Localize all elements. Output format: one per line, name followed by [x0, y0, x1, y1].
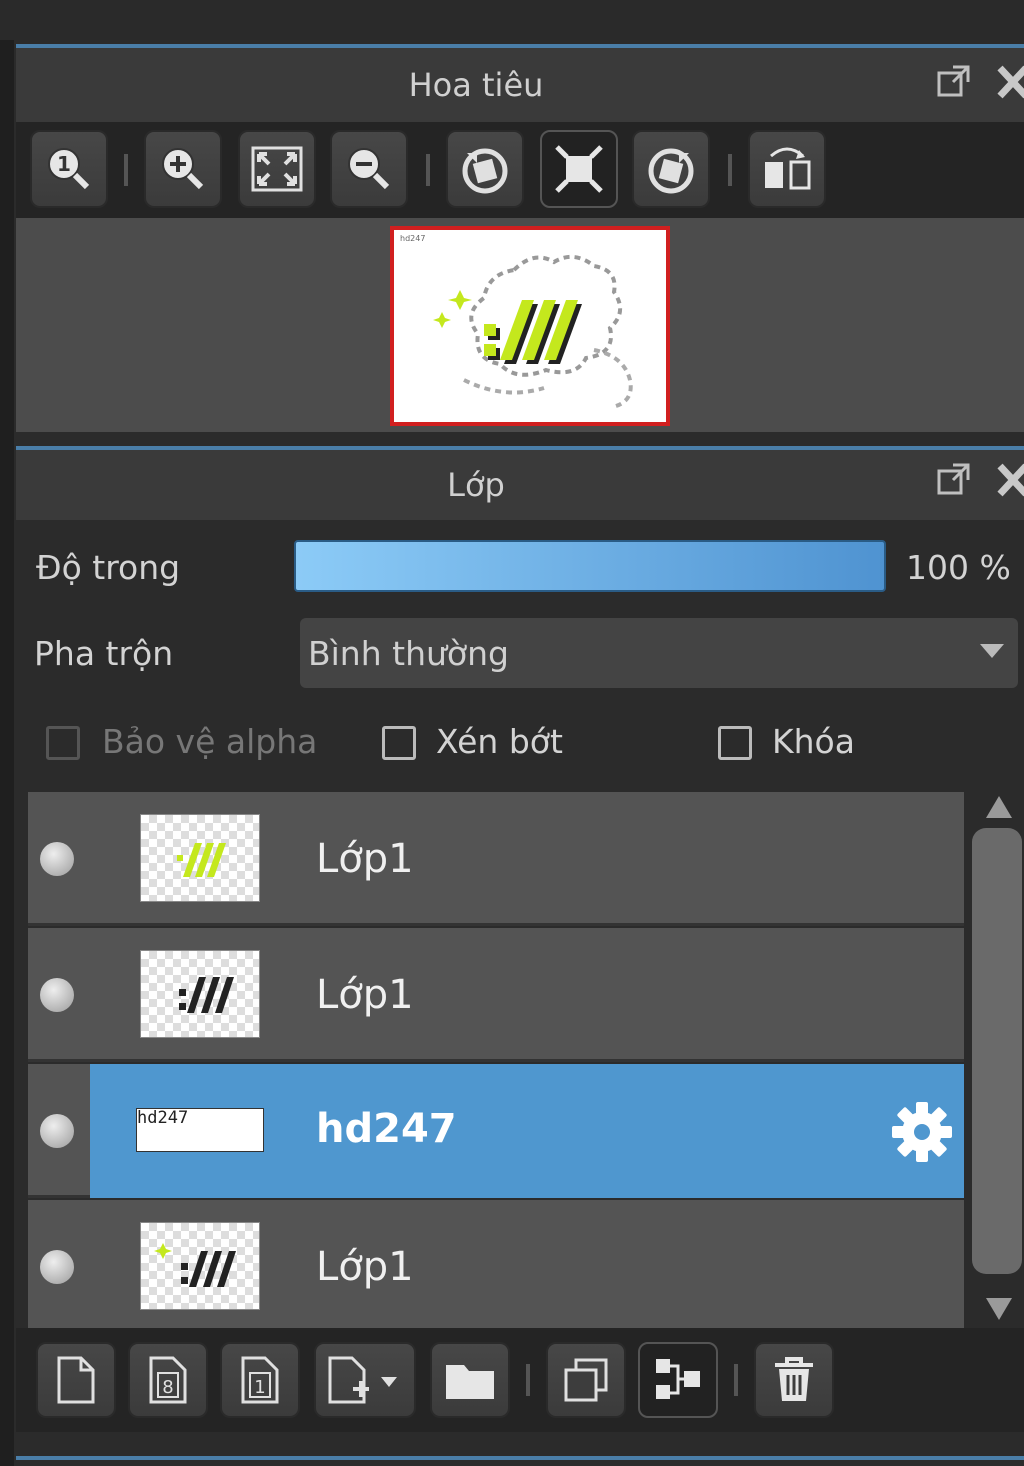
lock-label: Khóa	[772, 722, 855, 761]
gear-icon[interactable]	[890, 1100, 954, 1164]
lock-checkbox[interactable]	[718, 726, 752, 760]
toolbar-separator	[728, 154, 732, 186]
new-page-icon	[57, 1356, 95, 1404]
close-icon[interactable]	[996, 62, 1024, 108]
toolbar-separator	[526, 1364, 530, 1396]
add-layer-menu-button[interactable]	[314, 1342, 416, 1418]
fit-screen-button[interactable]	[238, 130, 316, 208]
layer-title: Lớp	[447, 466, 505, 504]
layer-name: Lớp1	[316, 1244, 414, 1290]
flip-horizontal-button[interactable]	[748, 130, 826, 208]
layer-row[interactable]: Lớp1	[28, 928, 964, 1062]
zoom-actual-button[interactable]: 1	[30, 130, 108, 208]
scroll-thumb[interactable]	[972, 828, 1022, 1274]
layer-header: Lớp	[16, 450, 1024, 520]
svg-text:1: 1	[254, 1377, 265, 1398]
close-icon[interactable]	[996, 460, 1024, 506]
chevron-down-icon	[980, 644, 1004, 658]
window-left-edge	[0, 40, 14, 1466]
svg-text:1: 1	[57, 152, 71, 176]
visibility-toggle[interactable]	[40, 978, 74, 1012]
toolbar-separator	[426, 154, 430, 186]
navigator-header: Hoa tiêu	[16, 48, 1024, 122]
trash-icon	[775, 1357, 813, 1401]
protect-alpha-checkbox[interactable]	[46, 726, 80, 760]
folder-icon	[446, 1365, 494, 1399]
fit-screen-icon	[251, 146, 303, 192]
visibility-toggle[interactable]	[40, 1250, 74, 1284]
layer-name: Lớp1	[316, 972, 414, 1018]
rotate-left-button[interactable]	[446, 130, 524, 208]
bottom-panel-accent	[16, 1456, 1024, 1460]
thumbnail-text: hd247	[137, 1108, 189, 1128]
merge-layer-button[interactable]	[638, 1342, 718, 1418]
flip-horizontal-icon	[765, 147, 811, 190]
navigator-title: Hoa tiêu	[408, 66, 544, 104]
duplicate-icon	[564, 1358, 608, 1402]
layer-thumbnail	[140, 950, 260, 1038]
layer-name: Lớp1	[316, 836, 414, 882]
opacity-value: 100 %	[906, 548, 1011, 587]
1bit-layer-icon: 1	[241, 1356, 279, 1404]
layer-thumbnail	[140, 814, 260, 902]
popout-icon[interactable]	[936, 462, 972, 504]
layer-row-selected[interactable]: hd247 hd247	[28, 1064, 964, 1198]
merge-icon	[656, 1359, 700, 1399]
new-1bit-layer-button[interactable]: 1	[220, 1342, 300, 1418]
scroll-down-icon[interactable]	[986, 1298, 1012, 1320]
rotate-right-button[interactable]	[632, 130, 710, 208]
layer-row[interactable]: Lớp1	[28, 1200, 964, 1328]
window-top-bar	[0, 0, 1024, 40]
zoom-actual-icon: 1	[48, 148, 90, 190]
duplicate-layer-button[interactable]	[546, 1342, 626, 1418]
layer-thumbnail: hd247	[136, 1108, 264, 1152]
blend-label: Pha trộn	[34, 634, 174, 673]
delete-layer-button[interactable]	[754, 1342, 834, 1418]
blend-mode-value: Bình thường	[308, 634, 509, 673]
layer-scrollbar[interactable]	[966, 792, 1024, 1328]
zoom-in-button[interactable]	[144, 130, 222, 208]
8bit-layer-icon: 8	[149, 1356, 187, 1404]
rotate-left-icon	[462, 148, 508, 194]
layer-row[interactable]: Lớp1	[28, 792, 964, 926]
protect-alpha-label: Bảo vệ alpha	[102, 722, 318, 761]
scroll-up-icon[interactable]	[986, 796, 1012, 818]
rotate-right-icon	[648, 148, 694, 194]
new-folder-button[interactable]	[430, 1342, 510, 1418]
toolbar-separator	[124, 154, 128, 186]
opacity-label: Độ trong	[36, 548, 181, 587]
new-layer-button[interactable]	[36, 1342, 116, 1418]
reset-view-button[interactable]	[540, 130, 618, 208]
zoom-out-button[interactable]	[330, 130, 408, 208]
svg-text:8: 8	[162, 1377, 173, 1398]
preview-artwork	[433, 254, 633, 408]
new-8bit-layer-button[interactable]: 8	[128, 1342, 208, 1418]
navigator-preview[interactable]: hd247	[390, 226, 670, 426]
reset-view-icon	[555, 145, 603, 193]
visibility-toggle[interactable]	[40, 842, 74, 876]
popout-icon[interactable]	[936, 64, 972, 106]
clipping-checkbox[interactable]	[382, 726, 416, 760]
toolbar-separator	[734, 1364, 738, 1396]
zoom-in-icon	[162, 148, 204, 190]
blend-mode-select[interactable]: Bình thường	[300, 618, 1018, 688]
visibility-toggle[interactable]	[40, 1114, 74, 1148]
clipping-label: Xén bớt	[436, 722, 563, 761]
layer-name: hd247	[316, 1106, 457, 1152]
zoom-out-icon	[348, 148, 390, 190]
opacity-slider[interactable]	[294, 540, 886, 592]
layer-thumbnail	[140, 1222, 260, 1310]
add-layer-icon	[328, 1356, 397, 1404]
